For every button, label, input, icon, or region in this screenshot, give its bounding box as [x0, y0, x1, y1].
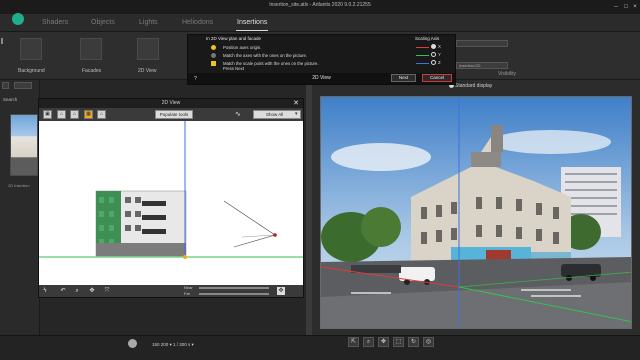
camera-settings-text[interactable]: 150 200 ▾ 1 / 300 s ▾	[152, 342, 194, 348]
tab-objects[interactable]: Objects	[91, 19, 115, 26]
vp-tool-1-icon[interactable]: ⇱	[348, 337, 359, 347]
title-bar: Insertion_site.atlx - Artlantis 2020 9.0…	[0, 0, 640, 14]
vp-tool-5-icon[interactable]: ↻	[408, 337, 419, 347]
background-thumb-icon[interactable]	[20, 38, 42, 60]
step-4-text: Press Next	[223, 66, 245, 71]
main-menu-bar: Shaders Objects Lights Heliodons Inserti…	[0, 13, 640, 32]
camera-pan-icon[interactable]: ✥	[277, 287, 285, 295]
minimize-icon[interactable]: –	[612, 3, 620, 11]
view2d-thumb-icon[interactable]	[137, 38, 159, 60]
x-axis-label: X	[438, 44, 441, 49]
insertion-thumbnail[interactable]	[10, 114, 38, 176]
search-label: Search	[3, 97, 18, 102]
panel-dropdown[interactable]	[14, 82, 32, 89]
plan-view-icon[interactable]: ▣	[43, 110, 52, 119]
tab-lights[interactable]: Lights	[139, 19, 158, 26]
photo-scene	[321, 97, 631, 328]
help-icon[interactable]: ?	[194, 76, 197, 82]
x-axis-swatch	[416, 47, 429, 48]
facades-label: Facades	[82, 68, 102, 74]
undo-icon[interactable]: ↶	[59, 287, 67, 295]
far-label: Far	[184, 291, 190, 296]
origin-point	[183, 255, 187, 259]
standard-display-label: Standard display	[455, 83, 493, 89]
thumbnail-label: 2D Insertion	[8, 183, 30, 188]
step-1-status-icon	[211, 45, 216, 50]
z-axis-label: Z	[438, 60, 441, 65]
x-axis-radio[interactable]	[431, 44, 436, 49]
next-button[interactable]: Next	[391, 74, 416, 82]
maximize-icon[interactable]: □	[622, 3, 630, 11]
vertical-scrollbar[interactable]	[306, 80, 312, 335]
view2d-canvas[interactable]	[39, 121, 303, 285]
vp-tool-4-icon[interactable]: ⬚	[393, 337, 404, 347]
far-slider[interactable]	[199, 293, 269, 295]
active-tab-underline	[236, 30, 268, 31]
side-view-icon[interactable]: ⌂	[70, 110, 79, 119]
insertion-photo-viewport[interactable]	[320, 96, 632, 329]
show-all-select[interactable]: Show All	[253, 110, 301, 119]
step-2-status-icon	[211, 53, 216, 58]
view2d-toolbar: ▣ ⌂ ⌂ ▦ ⌂ Populate tools ∿ Show All ▾	[39, 108, 303, 121]
visibility-label: Visibility	[498, 71, 516, 77]
view2d-close-icon[interactable]: ✕	[293, 99, 299, 108]
toolbar-grip-icon	[1, 38, 7, 44]
scaling-axis-heading: Scaling Axis	[415, 36, 440, 41]
app-window: Insertion_site.atlx - Artlantis 2020 9.0…	[0, 0, 640, 360]
y-axis-swatch	[416, 55, 429, 56]
pan-icon[interactable]: ✥	[88, 287, 96, 295]
step-2-text: Match the axes with the ones on the pict…	[223, 53, 308, 58]
facades-thumb-icon[interactable]	[80, 38, 102, 60]
cancel-button[interactable]: Cancel	[422, 74, 452, 82]
vp-tool-6-icon[interactable]: ◎	[423, 337, 434, 347]
view2d-window: 2D View ✕ ▣ ⌂ ⌂ ▦ ⌂ Populate tools ∿ Sho…	[38, 98, 304, 298]
view2d-title: 2D View	[39, 99, 303, 108]
near-slider[interactable]	[199, 287, 269, 289]
chevron-down-icon: ▾	[295, 111, 298, 117]
vp-tool-3-icon[interactable]: ✥	[378, 337, 389, 347]
step-3-status-icon	[211, 61, 216, 66]
top-view-icon[interactable]: ⌂	[97, 110, 106, 119]
artlantis-logo-icon	[12, 13, 24, 25]
z-axis-radio[interactable]	[431, 60, 436, 65]
status-bar: 150 200 ▾ 1 / 300 s ▾	[0, 335, 640, 360]
near-label: Near	[184, 285, 193, 290]
window-title: Insertion_site.atlx - Artlantis 2020 9.0…	[269, 2, 371, 8]
y-axis-radio[interactable]	[431, 52, 436, 57]
right-combo-top[interactable]	[456, 40, 508, 47]
tab-heliodons[interactable]: Heliodons	[182, 19, 213, 26]
background-label: Background	[18, 68, 45, 74]
vp-tool-2-icon[interactable]: ⌕	[363, 337, 374, 347]
view2d-drawing	[39, 121, 303, 259]
close-window-icon[interactable]: ×	[631, 3, 639, 11]
curve-icon[interactable]: ∿	[235, 110, 247, 119]
lightning-icon[interactable]: ϟ	[41, 287, 49, 295]
tab-insertions[interactable]: Insertions	[237, 19, 267, 26]
front-view-icon[interactable]: ⌂	[57, 110, 66, 119]
camera-point	[273, 233, 277, 237]
gear-icon[interactable]	[128, 339, 137, 348]
facade-view-icon[interactable]: ▦	[84, 110, 93, 119]
populate-tools-button[interactable]: Populate tools	[155, 110, 193, 119]
view2d-bottom-bar: ϟ ↶ ⌕ ✥ ⤧ Near Far ✥	[39, 285, 303, 297]
y-axis-label: Y	[438, 52, 441, 57]
fit-icon[interactable]: ⤧	[103, 287, 111, 295]
panel-menu-icon[interactable]	[2, 82, 9, 89]
wizard-heading: In 2D View plan and facade	[206, 36, 261, 41]
zoom-icon[interactable]: ⌕	[73, 287, 81, 295]
z-axis-swatch	[416, 63, 429, 64]
tab-shaders[interactable]: Shaders	[42, 19, 68, 26]
right-combo-insertion[interactable]: Insertion/2D	[456, 62, 508, 69]
view2d-label: 2D View	[138, 68, 157, 74]
step-1-text: Position axes origin.	[223, 45, 262, 50]
